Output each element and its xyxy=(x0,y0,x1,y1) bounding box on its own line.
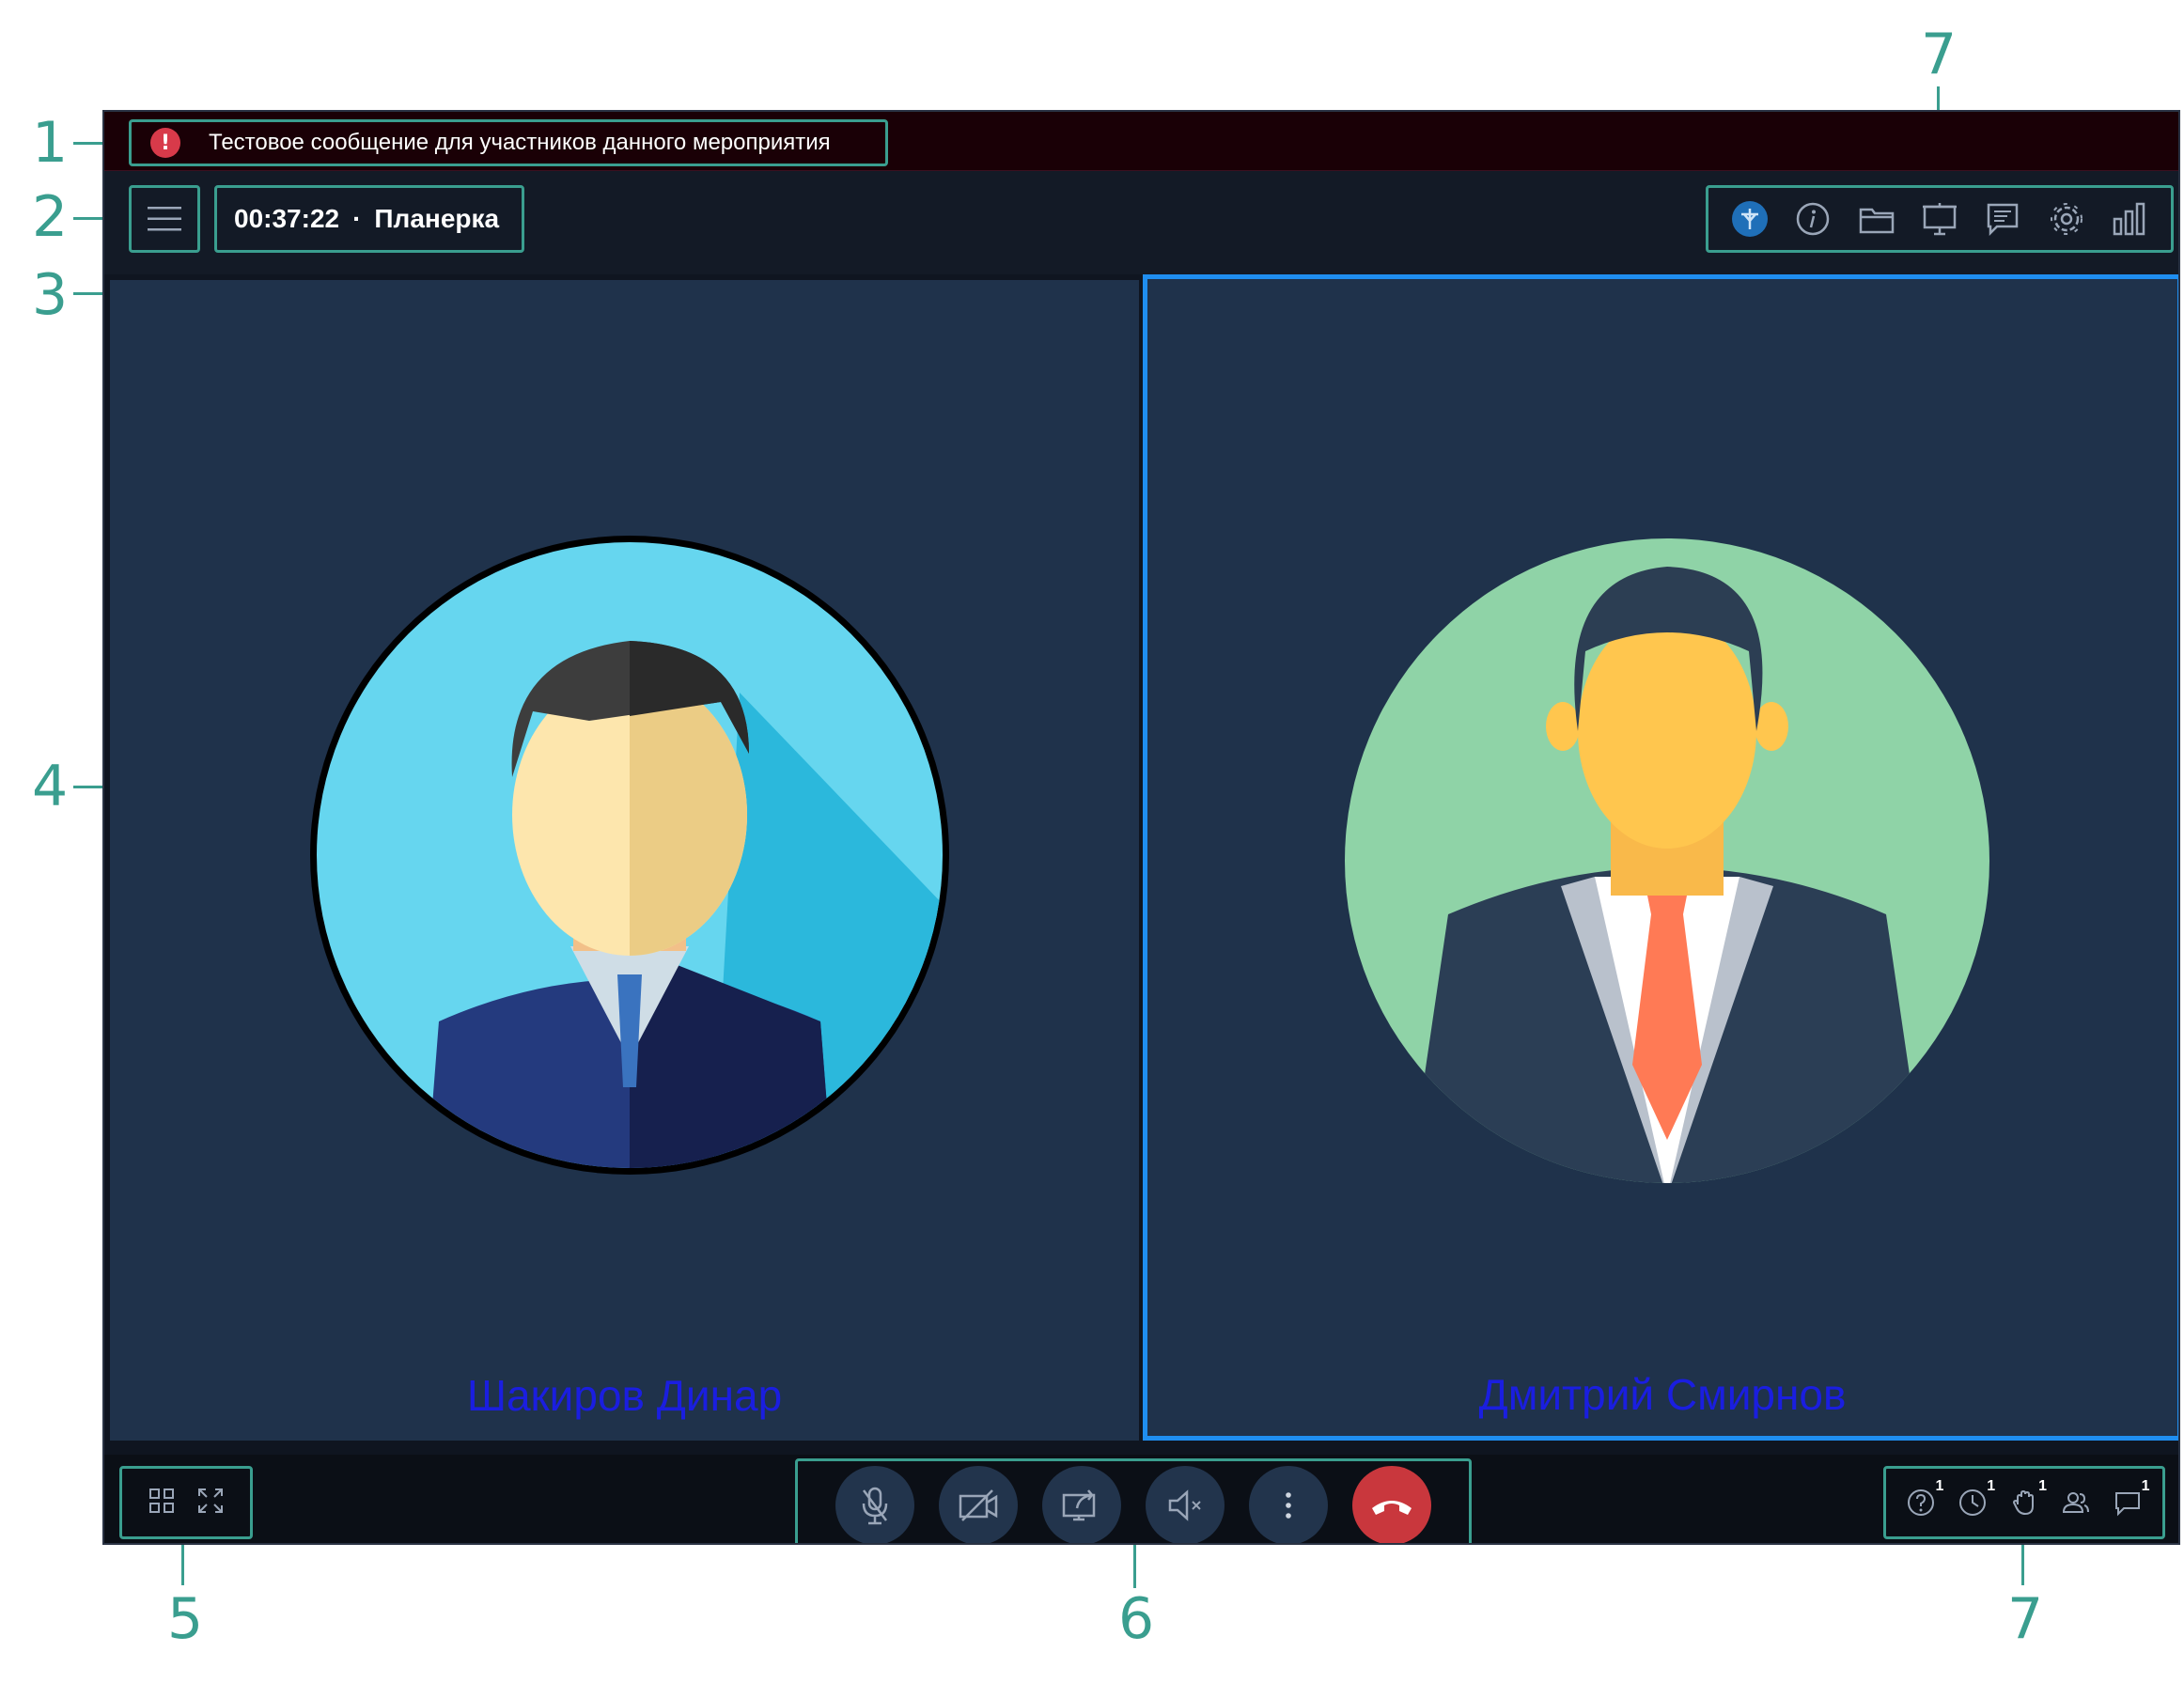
folder-icon xyxy=(1859,208,1894,234)
meeting-timer: 00:37:22 xyxy=(234,204,340,233)
settings-icon xyxy=(2050,203,2083,235)
questions-count: 1 xyxy=(1935,1478,1944,1494)
microphone-icon xyxy=(862,1487,888,1525)
participant-name: Шакиров Динар xyxy=(466,1371,783,1420)
callout-line-6 xyxy=(1133,1539,1136,1588)
screen-share-button[interactable] xyxy=(1042,1466,1121,1543)
meeting-title: Планерка xyxy=(374,204,500,233)
speaker-muted-icon xyxy=(1168,1489,1201,1521)
avatar xyxy=(310,536,949,1175)
screen-share-icon xyxy=(1062,1489,1096,1521)
waiting-count: 1 xyxy=(1987,1478,1996,1494)
grid-icon xyxy=(149,1488,174,1513)
more-button[interactable] xyxy=(1249,1466,1328,1543)
separator: · xyxy=(352,204,362,233)
network-button[interactable] xyxy=(1731,200,1769,238)
waiting-counter[interactable]: 1 xyxy=(1954,1478,1995,1521)
hang-up-icon xyxy=(1372,1501,1412,1515)
callout-7-bottom: 7 xyxy=(2007,1586,2044,1652)
callout-6: 6 xyxy=(1118,1586,1155,1652)
chat-counter[interactable]: 1 xyxy=(2109,1478,2150,1521)
notification-banner: ! Тестовое сообщение для участников данн… xyxy=(104,112,2178,171)
question-icon xyxy=(1908,1489,1935,1516)
more-icon xyxy=(1286,1492,1291,1519)
info-icon xyxy=(1796,202,1830,236)
meeting-info: 00:37:22 · Планерка xyxy=(214,185,524,253)
participant-tile[interactable]: Шакиров Динар xyxy=(110,280,1139,1441)
questions-counter[interactable]: 1 xyxy=(1902,1478,1943,1521)
callout-3: 3 xyxy=(32,262,69,328)
top-toolbar xyxy=(1706,185,2174,253)
video-grid: Шакиров Динар Дмитрий Смирнов xyxy=(104,274,2178,1455)
layout-controls xyxy=(119,1466,253,1539)
stats-icon xyxy=(2113,202,2145,236)
participant-tile-active[interactable]: Дмитрий Смирнов xyxy=(1143,274,2178,1441)
chat-icon xyxy=(2114,1492,2140,1517)
users-icon xyxy=(2062,1492,2089,1513)
top-bar: 00:37:22 · Планерка xyxy=(104,171,2178,274)
network-icon xyxy=(1731,201,1768,237)
alert-icon: ! xyxy=(150,128,180,158)
callout-5: 5 xyxy=(167,1586,204,1652)
microphone-button[interactable] xyxy=(835,1466,914,1543)
hamburger-icon xyxy=(148,207,181,231)
callout-7-top: 7 xyxy=(1921,22,1958,87)
hang-up-button[interactable] xyxy=(1352,1466,1431,1543)
hand-icon xyxy=(2012,1489,2034,1516)
callout-1: 1 xyxy=(32,110,69,176)
callout-4: 4 xyxy=(32,754,69,819)
participant-name: Дмитрий Смирнов xyxy=(1478,1370,1847,1419)
files-button[interactable] xyxy=(1858,200,1895,238)
raised-hands-counter[interactable]: 1 xyxy=(2005,1478,2047,1521)
settings-button[interactable] xyxy=(2048,200,2085,238)
notes-button[interactable] xyxy=(1984,200,2021,238)
stats-button[interactable] xyxy=(2111,200,2148,238)
presentation-icon xyxy=(1922,203,1957,236)
callout-2: 2 xyxy=(32,184,69,250)
avatar xyxy=(1345,538,1989,1183)
event-counters: 1 1 1 1 xyxy=(1883,1466,2165,1539)
call-controls xyxy=(795,1458,1472,1543)
bottom-bar: 1 1 1 1 xyxy=(104,1455,2178,1543)
presentation-button[interactable] xyxy=(1921,200,1958,238)
fullscreen-button[interactable] xyxy=(196,1487,225,1519)
camera-off-icon xyxy=(959,1489,998,1521)
participants-counter[interactable] xyxy=(2057,1484,2095,1521)
notification-message: ! Тестовое сообщение для участников данн… xyxy=(129,119,888,166)
notes-icon xyxy=(1988,203,2019,237)
raised-hands-count: 1 xyxy=(2038,1478,2047,1494)
grid-view-button[interactable] xyxy=(148,1487,176,1519)
menu-button[interactable] xyxy=(129,185,200,253)
notification-text: Тестовое сообщение для участников данног… xyxy=(209,130,831,155)
conference-window: ! Тестовое сообщение для участников данн… xyxy=(102,110,2180,1545)
fullscreen-icon xyxy=(198,1488,223,1513)
camera-button[interactable] xyxy=(939,1466,1018,1543)
speaker-button[interactable] xyxy=(1146,1466,1225,1543)
clock-icon xyxy=(1959,1489,1987,1516)
stage: 1 2 3 4 5 6 7 7 ! Тестовое сообщение для… xyxy=(0,0,2184,1683)
chat-count: 1 xyxy=(2141,1478,2150,1494)
info-button[interactable] xyxy=(1794,200,1832,238)
